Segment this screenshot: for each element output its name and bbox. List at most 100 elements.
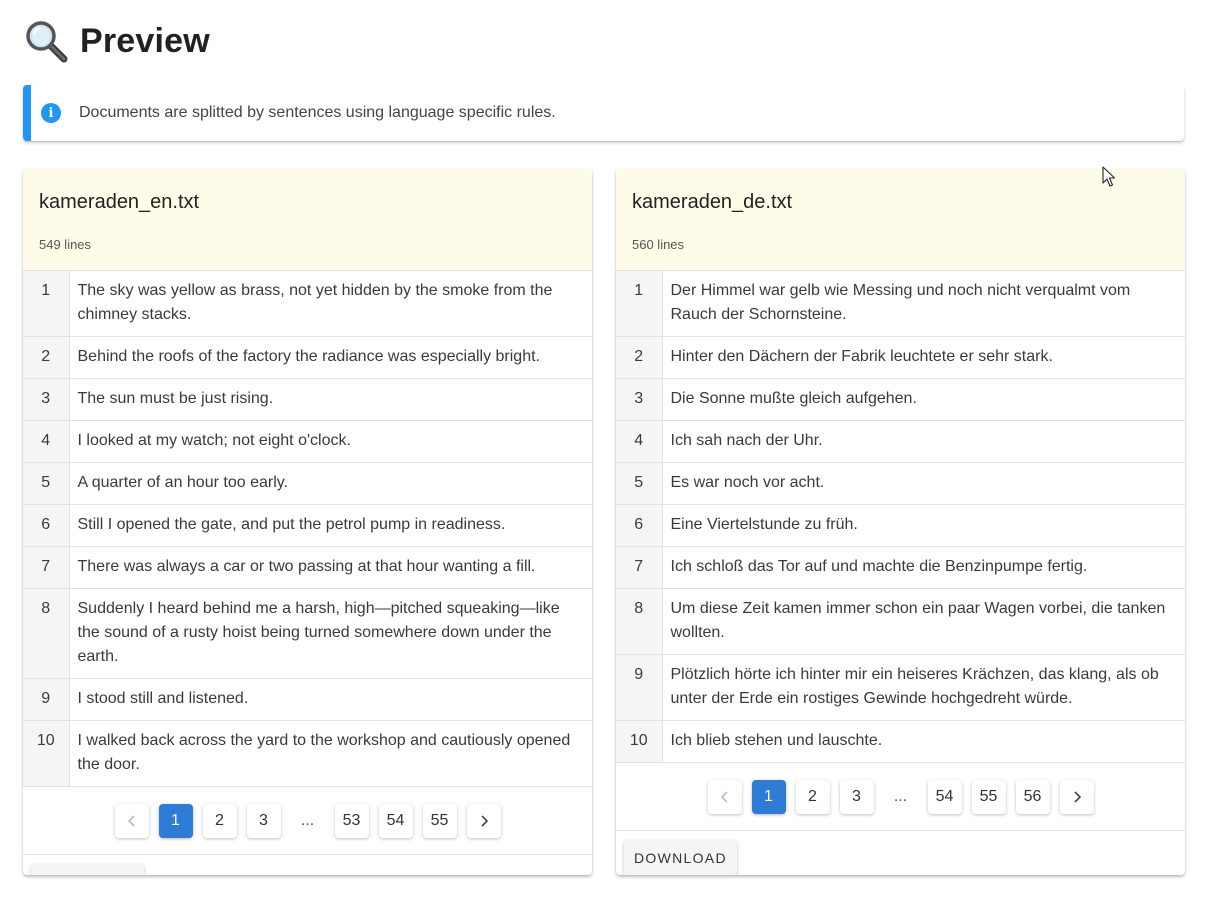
pagination: 1 2 3 ... 53 54 55 [23,787,592,855]
table-row: 10 I walked back across the yard to the w… [23,720,592,787]
chevron-right-icon [480,814,488,827]
line-text: Plötzlich hörte ich hinter mir ein heise… [662,654,1185,721]
line-number: 6 [616,504,663,547]
chevron-left-icon [127,814,135,827]
line-text: Suddenly I heard behind me a harsh, high… [69,588,592,679]
table-row: 2 Behind the roofs of the factory the rad… [23,336,592,379]
line-number: 8 [23,588,70,679]
mouse-cursor-icon [1102,166,1116,187]
line-text: Eine Viertelstunde zu früh. [662,504,1185,547]
line-text: Ich schloß das Tor auf und machte die Be… [662,546,1185,589]
file-preview-card-de: kameraden_de.txt 560 lines 1 Der Himmel w… [616,169,1185,875]
line-text: Ich blieb stehen und lauschte. [662,720,1185,763]
file-preview-card-en: kameraden_en.txt 549 lines 1 The sky was … [23,169,592,875]
table-row: 6 Still I opened the gate, and put the pe… [23,504,592,547]
info-alert-text: Documents are splitted by sentences usin… [79,104,556,121]
prev-page-button[interactable] [707,779,742,814]
page-button[interactable]: 56 [1015,779,1050,814]
info-alert: i Documents are splitted by sentences us… [23,85,1184,141]
page-button[interactable]: 3 [246,803,281,838]
page-button[interactable]: 2 [202,803,237,838]
line-text: Behind the roofs of the factory the radi… [69,336,592,379]
line-text: Es war noch vor acht. [662,462,1185,505]
page-button[interactable]: 54 [927,779,962,814]
line-number: 7 [23,546,70,589]
line-number: 6 [23,504,70,547]
download-button[interactable]: DOWNLOAD [624,840,737,875]
chevron-right-icon [1073,790,1081,803]
chevron-left-icon [720,790,728,803]
line-number: 5 [23,462,70,505]
table-row: 1 The sky was yellow as brass, not yet hi… [23,271,592,337]
line-text: I stood still and listened. [69,678,592,721]
line-number: 5 [616,462,663,505]
next-page-button[interactable] [1059,779,1094,814]
table-row: 6 Eine Viertelstunde zu früh. [616,504,1185,547]
line-number: 7 [616,546,663,589]
table-row: 8 Um diese Zeit kamen immer schon ein paa… [616,588,1185,655]
line-number: 4 [23,420,70,463]
line-text: Die Sonne mußte gleich aufgehen. [662,378,1185,421]
line-text: The sun must be just rising. [69,378,592,421]
table-row: 7 Ich schloß das Tor auf und machte die B… [616,546,1185,589]
line-number: 9 [616,654,663,721]
line-number: 1 [616,271,663,337]
line-number: 10 [23,720,70,787]
line-number: 3 [616,378,663,421]
table-row: 9I stood still and listened. [23,678,592,721]
line-number: 9 [23,678,70,721]
line-text: There was always a car or two passing at… [69,546,592,589]
page-button[interactable]: 1 [158,803,193,838]
table-row: 5 Es war noch vor acht. [616,462,1185,505]
table-row: 8 Suddenly I heard behind me a harsh, hig… [23,588,592,679]
card-actions: DOWNLOAD [616,831,1185,875]
line-text: I walked back across the yard to the wor… [69,720,592,787]
line-text: Um diese Zeit kamen immer schon ein paar… [662,588,1185,655]
line-count: 560 lines [632,237,685,252]
page-button[interactable]: 3 [839,779,874,814]
magnifier-icon [24,19,68,63]
line-number: 2 [616,336,663,379]
table-row: 4 Ich sah nach der Uhr. [616,420,1185,463]
file-header: kameraden_en.txt 549 lines [23,169,592,271]
download-button[interactable]: DOWNLOAD [31,864,144,875]
line-number: 1 [23,271,70,337]
table-row: 3 Die Sonne mußte gleich aufgehen. [616,378,1185,421]
page-header: Preview [24,16,210,66]
line-text: Hinter den Dächern der Fabrik leuchtete … [662,336,1185,379]
page-button[interactable]: 2 [795,779,830,814]
line-number: 3 [23,378,70,421]
file-name: kameraden_en.txt [39,191,200,213]
line-number: 4 [616,420,663,463]
page-ellipsis: ... [893,787,908,805]
table-row: 2 Hinter den Dächern der Fabrik leuchtete… [616,336,1185,379]
info-icon: i [41,103,61,123]
table-row: 1 Der Himmel war gelb wie Messing und noc… [616,271,1185,337]
card-actions: DOWNLOAD [23,855,592,875]
page-button[interactable]: 54 [378,803,413,838]
line-text: Still I opened the gate, and put the pet… [69,504,592,547]
lines-table: 1 The sky was yellow as brass, not yet hi… [23,271,592,787]
next-page-button[interactable] [466,803,501,838]
table-row: 7 There was always a car or two passing a… [23,546,592,589]
lines-table: 1 Der Himmel war gelb wie Messing und noc… [616,271,1185,763]
table-row: 10 Ich blieb stehen und lauschte. [616,720,1185,763]
line-count: 549 lines [39,237,92,252]
page-title: Preview [80,21,210,60]
page-button[interactable]: 53 [334,803,369,838]
line-number: 2 [23,336,70,379]
table-row: 4I looked at my watch; not eight o'clock… [23,420,592,463]
line-text: A quarter of an hour too early. [69,462,592,505]
page-button[interactable]: 55 [971,779,1006,814]
page-ellipsis: ... [300,811,315,829]
line-text: I looked at my watch; not eight o'clock. [69,420,592,463]
page-button[interactable]: 1 [751,779,786,814]
page-button[interactable]: 55 [422,803,457,838]
line-number: 10 [616,720,663,763]
prev-page-button[interactable] [114,803,149,838]
table-row: 3 The sun must be just rising. [23,378,592,421]
file-name: kameraden_de.txt [632,191,793,213]
pagination: 1 2 3 ... 54 55 56 [616,763,1185,831]
table-row: 9 Plötzlich hörte ich hinter mir ein heis… [616,654,1185,721]
file-header: kameraden_de.txt 560 lines [616,169,1185,271]
